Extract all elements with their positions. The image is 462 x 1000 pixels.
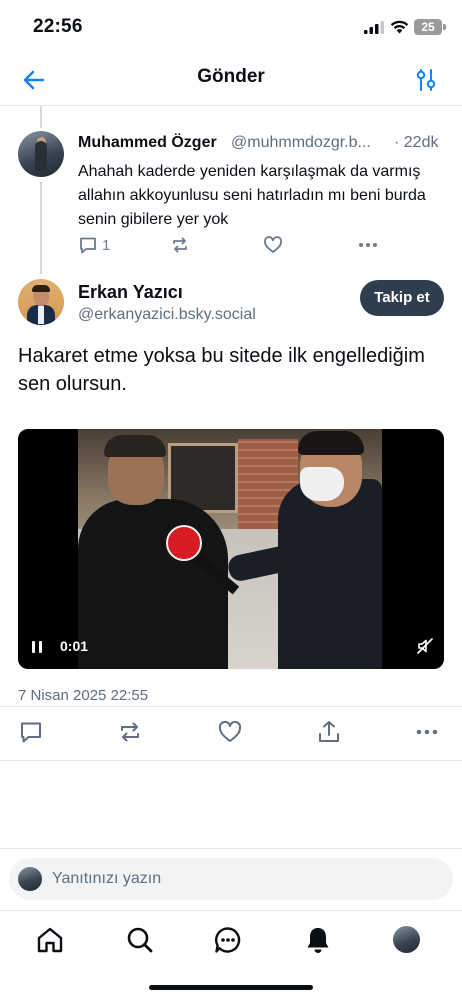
mute-icon[interactable] bbox=[416, 637, 434, 655]
battery-indicator: 25 bbox=[414, 19, 442, 35]
reply-comment-button[interactable]: 1 bbox=[78, 233, 110, 257]
post-date: 7 Nisan 2025 22:55 bbox=[18, 687, 149, 704]
reply-input-placeholder: Yanıtınızı yazın bbox=[52, 870, 162, 887]
video-controls: 0:01 bbox=[18, 625, 444, 669]
main-action-row bbox=[0, 719, 462, 745]
reply-repost-button[interactable] bbox=[170, 233, 190, 257]
reply-like-button[interactable] bbox=[263, 233, 283, 257]
own-avatar bbox=[18, 867, 42, 891]
share-icon[interactable] bbox=[316, 719, 342, 745]
reply-more-button[interactable] bbox=[357, 233, 379, 257]
battery-cap bbox=[443, 24, 446, 30]
reply-author-handle[interactable]: @muhmmdozgr.b... bbox=[231, 134, 371, 152]
bottom-tab-bar bbox=[0, 910, 462, 970]
comment-icon bbox=[80, 237, 96, 254]
follow-button[interactable]: Takip et bbox=[360, 280, 444, 316]
more-icon bbox=[359, 243, 377, 247]
heart-icon[interactable] bbox=[217, 719, 243, 745]
reply-comment-count: 1 bbox=[102, 236, 111, 254]
reply-text: Ahahah kaderde yeniden karşılaşmak da va… bbox=[78, 163, 426, 228]
reply-time: · 22dk bbox=[394, 134, 439, 151]
top-header: Gönder bbox=[0, 54, 462, 106]
profile-avatar-tab[interactable] bbox=[393, 926, 420, 953]
search-icon[interactable] bbox=[125, 925, 155, 955]
status-time: 22:56 bbox=[33, 16, 83, 37]
home-indicator bbox=[149, 985, 313, 990]
bell-icon[interactable] bbox=[303, 925, 333, 955]
repost-icon[interactable] bbox=[117, 719, 143, 745]
status-bar: 22:56 25 bbox=[0, 0, 462, 54]
home-icon[interactable] bbox=[35, 925, 65, 955]
wifi-icon bbox=[390, 20, 409, 34]
post-text: Hakaret etme yoksa bu sitede ilk engelle… bbox=[18, 345, 425, 395]
heart-icon bbox=[264, 236, 282, 253]
video-player[interactable]: 0:01 bbox=[18, 429, 444, 669]
reply-input-bar[interactable]: Yanıtınızı yazın bbox=[9, 858, 453, 900]
repost-icon bbox=[173, 237, 187, 253]
sliders-icon[interactable] bbox=[412, 66, 440, 94]
divider-reply-bar bbox=[0, 848, 462, 849]
main-author-handle[interactable]: @erkanyazici.bsky.social bbox=[78, 306, 256, 324]
signal-icon bbox=[364, 21, 384, 34]
chat-icon[interactable] bbox=[213, 925, 243, 955]
reply-author-avatar[interactable] bbox=[18, 131, 64, 177]
main-author-avatar[interactable] bbox=[18, 279, 64, 325]
comment-icon[interactable] bbox=[18, 719, 44, 745]
divider-date bbox=[0, 706, 462, 707]
reply-author-name[interactable]: Muhammed Özger bbox=[78, 134, 217, 152]
main-author-name[interactable]: Erkan Yazıcı bbox=[78, 282, 183, 303]
thread-line-connector bbox=[40, 182, 42, 274]
divider-actions bbox=[0, 760, 462, 761]
thread-line-top bbox=[40, 106, 42, 128]
more-icon[interactable] bbox=[414, 719, 440, 745]
video-time: 0:01 bbox=[60, 638, 89, 654]
page-title: Gönder bbox=[197, 66, 265, 87]
pause-icon[interactable] bbox=[30, 639, 44, 655]
